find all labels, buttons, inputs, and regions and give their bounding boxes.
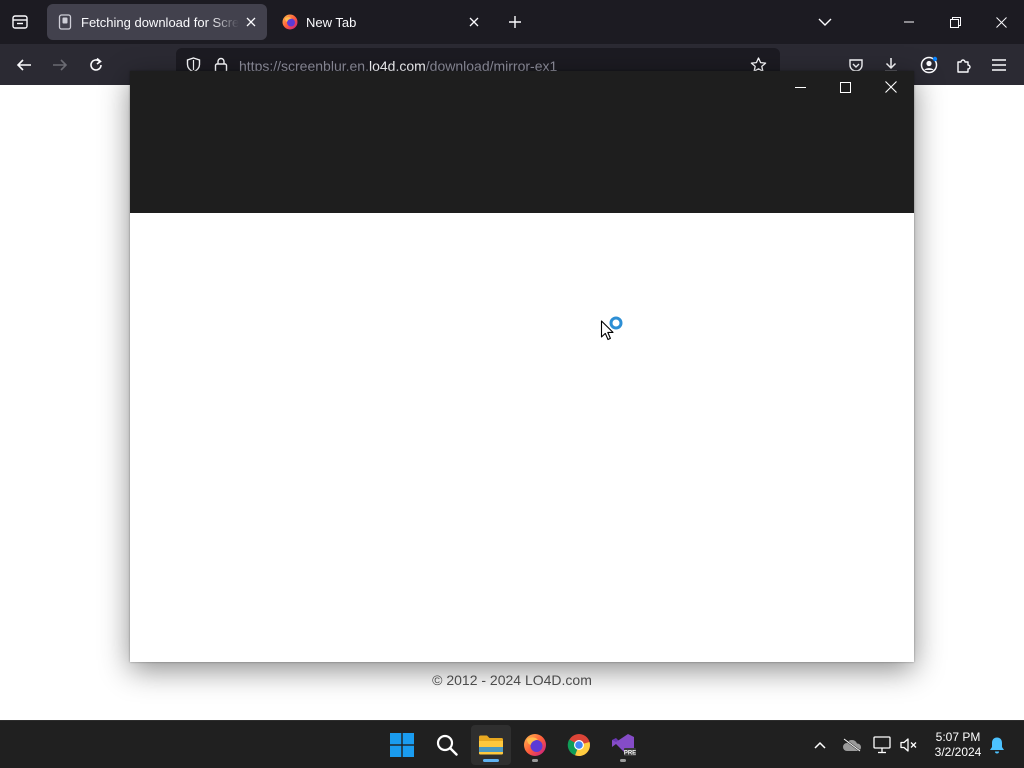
tab-close-button[interactable] — [462, 10, 486, 34]
close-window-button[interactable] — [978, 0, 1024, 44]
tab-fetching-download[interactable]: Fetching download for Screen Blur — [47, 4, 267, 40]
active-app-indicator — [483, 759, 499, 762]
chevron-up-icon — [814, 741, 826, 749]
tab-title: New Tab — [306, 14, 357, 30]
network-icon[interactable] — [871, 733, 895, 757]
arrow-right-icon — [53, 59, 68, 71]
volume-muted-icon[interactable] — [897, 733, 921, 757]
tab-close-button[interactable] — [239, 10, 263, 34]
minimize-icon — [904, 21, 914, 23]
show-hidden-icons-button[interactable] — [808, 733, 832, 757]
close-icon — [469, 17, 479, 27]
installer-minimize-button[interactable] — [777, 73, 823, 101]
visual-studio-preview-button[interactable]: PRE — [603, 725, 643, 765]
restore-button[interactable] — [932, 0, 978, 44]
start-button[interactable] — [382, 725, 422, 765]
svg-text:PRE: PRE — [624, 751, 636, 757]
restore-icon — [949, 16, 961, 28]
running-app-indicator — [532, 759, 538, 762]
forward-button[interactable] — [47, 52, 73, 78]
chrome-icon — [567, 734, 590, 757]
tab-strip: Fetching download for Screen Blur New Ta… — [0, 0, 1024, 44]
app-menu-button[interactable] — [986, 52, 1012, 78]
installer-header — [130, 71, 914, 213]
installer-window — [130, 71, 914, 662]
tab-favicon-icon — [57, 14, 73, 30]
back-button[interactable] — [11, 52, 37, 78]
busy-cursor-icon — [600, 316, 623, 341]
chrome-taskbar-button[interactable] — [559, 725, 599, 765]
installer-close-button[interactable] — [868, 73, 914, 101]
clock-time: 5:07 PM — [935, 730, 981, 744]
tab-title: Fetching download for Screen Blur — [81, 14, 239, 30]
maximize-icon — [839, 81, 851, 93]
reload-button[interactable] — [83, 52, 109, 78]
onedrive-offline-icon[interactable] — [840, 733, 864, 757]
puzzle-icon — [957, 59, 971, 73]
hamburger-menu-icon — [992, 59, 1006, 71]
account-button[interactable] — [916, 52, 942, 78]
folder-icon — [479, 735, 503, 755]
running-app-indicator — [620, 759, 626, 762]
firefox-view-icon — [12, 15, 28, 29]
search-icon — [436, 734, 458, 756]
firefox-taskbar-button[interactable] — [515, 725, 555, 765]
account-icon — [920, 56, 938, 74]
clock-date: 3/2/2024 — [934, 745, 982, 759]
reload-icon — [90, 57, 102, 71]
visual-studio-icon: PRE — [612, 734, 636, 757]
file-explorer-button[interactable] — [471, 725, 511, 765]
notifications-button[interactable] — [985, 733, 1009, 757]
chevron-down-icon — [818, 18, 832, 26]
bell-icon — [990, 737, 1004, 754]
windows-logo-icon — [390, 733, 414, 757]
minimize-button[interactable] — [886, 0, 932, 44]
search-button[interactable] — [427, 725, 467, 765]
firefox-icon — [524, 734, 546, 756]
extensions-button[interactable] — [951, 52, 977, 78]
close-icon — [885, 81, 897, 93]
tab-new-tab[interactable]: New Tab — [272, 4, 490, 40]
minimize-icon — [794, 86, 806, 88]
taskbar: PRE 5:07 PM 3/2/2024 — [0, 720, 1024, 768]
list-all-tabs-button[interactable] — [813, 10, 837, 34]
firefox-view-button[interactable] — [8, 10, 32, 34]
installer-maximize-button[interactable] — [822, 73, 868, 101]
close-icon — [246, 17, 256, 27]
taskbar-clock[interactable]: 5:07 PM 3/2/2024 — [926, 730, 990, 760]
new-tab-button[interactable] — [503, 10, 527, 34]
page-footer-copyright: © 2012 - 2024 LO4D.com — [432, 672, 592, 688]
firefox-icon — [282, 14, 298, 30]
arrow-left-icon — [16, 59, 31, 71]
plus-icon — [509, 16, 521, 28]
close-icon — [995, 16, 1007, 28]
